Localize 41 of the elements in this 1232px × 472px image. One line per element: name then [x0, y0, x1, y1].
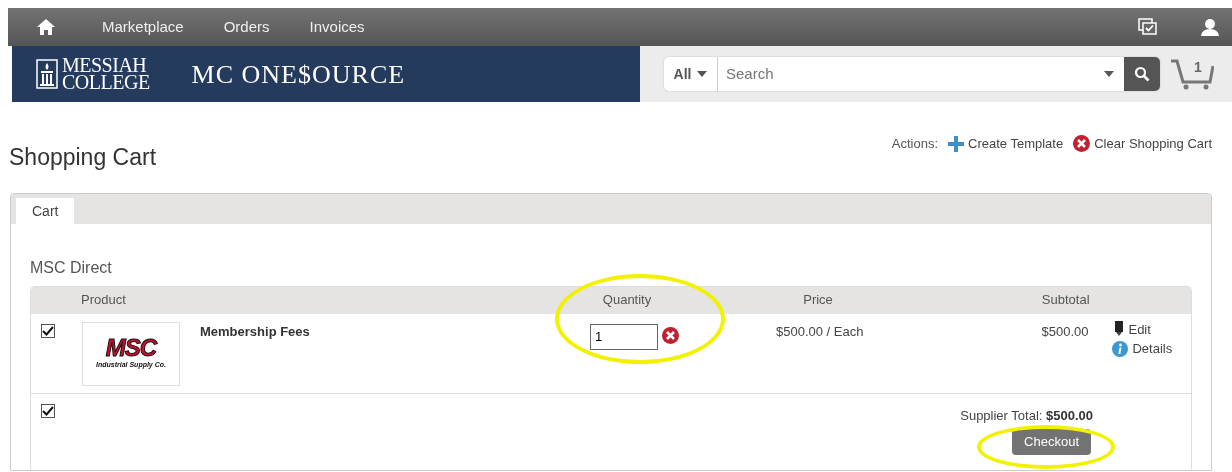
action-link[interactable]: Create Template — [948, 134, 1064, 154]
college-logo-text: MESSIAH COLLEGE — [62, 57, 150, 91]
search-button[interactable] — [1124, 57, 1160, 91]
info-icon — [1112, 340, 1129, 357]
checkout-button[interactable]: Checkout — [1012, 429, 1091, 455]
user-icon[interactable] — [1200, 18, 1220, 36]
checkbox[interactable] — [41, 323, 55, 338]
caret-icon[interactable] — [1104, 71, 1114, 77]
supplier-total: Supplier Total: $500.00 — [960, 406, 1093, 425]
column-header: Price — [803, 291, 833, 310]
remove-icon — [1073, 135, 1091, 153]
tab[interactable]: Cart — [16, 197, 75, 224]
pencil-icon — [1114, 321, 1125, 338]
quantity-field[interactable]: 1 — [590, 323, 658, 350]
checkbox[interactable] — [41, 403, 55, 418]
column-header: Product — [81, 291, 126, 310]
unit-price: $500.00 / Each — [776, 322, 864, 340]
home-icon[interactable] — [36, 18, 56, 36]
nav-link[interactable]: Orders — [223, 15, 270, 39]
edit-link[interactable]: Edit — [1112, 319, 1173, 339]
plus-icon — [948, 135, 965, 152]
tasks-icon[interactable] — [1138, 18, 1158, 36]
search-icon[interactable] — [1134, 66, 1150, 82]
search-bar[interactable]: All Search — [664, 57, 1160, 91]
details-link[interactable]: Details — [1112, 339, 1173, 359]
caret-icon[interactable] — [697, 71, 708, 77]
site-title: MC ONE$OURCE — [191, 58, 406, 91]
nav-link[interactable]: Invoices — [309, 15, 365, 39]
column-header: Quantity — [602, 291, 652, 310]
supplier-name: MSC Direct — [30, 257, 113, 278]
nav-link[interactable]: Marketplace — [102, 15, 184, 39]
actions-label: Actions: — [891, 135, 939, 153]
remove-item-button[interactable] — [662, 326, 679, 344]
product-name: Membership Fees — [200, 322, 311, 340]
cart-count: 1 — [1194, 58, 1202, 77]
cart-button[interactable]: 1 — [1170, 58, 1214, 90]
college-emblem-icon — [36, 59, 58, 89]
subtotal: $500.00 — [1041, 322, 1089, 340]
page-title: Shopping Cart — [9, 143, 157, 172]
action-link[interactable]: Clear Shopping Cart — [1073, 134, 1212, 154]
column-header: Subtotal — [1041, 291, 1090, 310]
